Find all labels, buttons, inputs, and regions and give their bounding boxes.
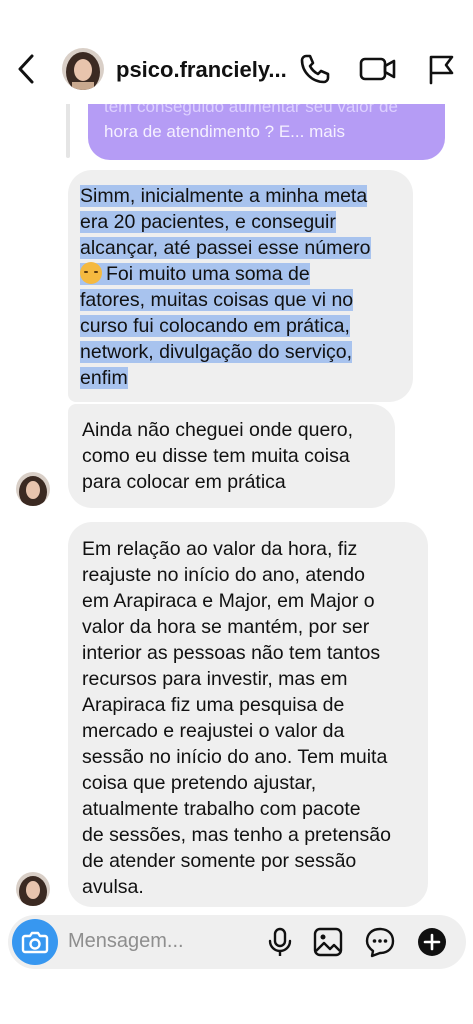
flag-icon[interactable] [424,52,458,86]
back-arrow-icon[interactable] [12,52,42,86]
reply-quote-line [66,100,70,158]
message-line: fatores, muitas coisas que vi no [80,289,354,311]
message-line: era 20 pacientes, e conseguir [80,211,336,233]
message-line: interior as pessoas não tem tantos [82,642,381,664]
message-line: de sessões, mas tenho a pretensão [82,824,391,846]
message-line: network, divulgação do serviço, [80,341,353,363]
received-message-bubble[interactable]: Em relação ao valor da hora, fiz reajust… [68,522,428,907]
message-line: curso fui colocando em prática, [80,315,350,337]
message-line: de atender somente por sessão [82,850,357,872]
avatar[interactable] [62,48,104,90]
received-message-bubble[interactable]: Ainda não cheguei onde quero, como eu di… [68,404,395,508]
microphone-icon[interactable] [266,927,294,957]
message-composer: Mensagem... [8,915,466,969]
plus-icon[interactable] [416,926,448,958]
smiling-face-with-hearts-icon [80,262,102,284]
message-line: mercado e reajustei o valor da [82,720,345,742]
video-camera-icon[interactable] [358,52,398,86]
message-line: Foi muito uma soma de [106,263,310,285]
dm-thread-screen: psico.franciely... tem conseguido aument… [0,0,473,1024]
chat-header: psico.franciely... [0,0,473,104]
sticker-icon[interactable] [364,926,396,958]
message-line: para colocar em prática [82,471,286,493]
message-line: atualmente trabalho com pacote [82,798,361,820]
message-line: valor da hora se mantém, por ser [82,616,370,638]
message-line: Em relação ao valor da hora, fiz [82,538,358,560]
sender-avatar[interactable] [16,472,50,506]
image-icon[interactable] [312,926,344,958]
message-line: avulsa. [82,876,144,898]
phone-icon[interactable] [298,52,332,86]
sender-avatar[interactable] [16,872,50,906]
message-line: Simm, inicialmente a minha meta [80,185,368,207]
message-line: enfim [80,367,128,389]
message-line: Arapiraca fiz uma pesquisa de [82,694,345,716]
message-line: sessão no início do ano. Tem muita [82,746,388,768]
message-line: em Arapiraca e Major, em Major o [82,590,375,612]
received-message-bubble[interactable]: Simm, inicialmente a minha meta era 20 p… [68,170,413,402]
camera-icon[interactable] [12,919,58,965]
message-line: como eu disse tem muita coisa [82,445,350,467]
message-line: Ainda não cheguei onde quero, [82,419,354,441]
message-input[interactable]: Mensagem... [68,930,184,953]
message-line: coisa que pretendo ajustar, [82,772,317,794]
chat-username[interactable]: psico.franciely... [116,57,287,83]
message-line: alcançar, até passei esse número [80,237,371,259]
message-line: reajuste no início do ano, atendo [82,564,365,586]
message-line: recursos para investir, mas em [82,668,348,690]
quoted-message-text: hora de atendimento ? E... mais [104,122,345,141]
